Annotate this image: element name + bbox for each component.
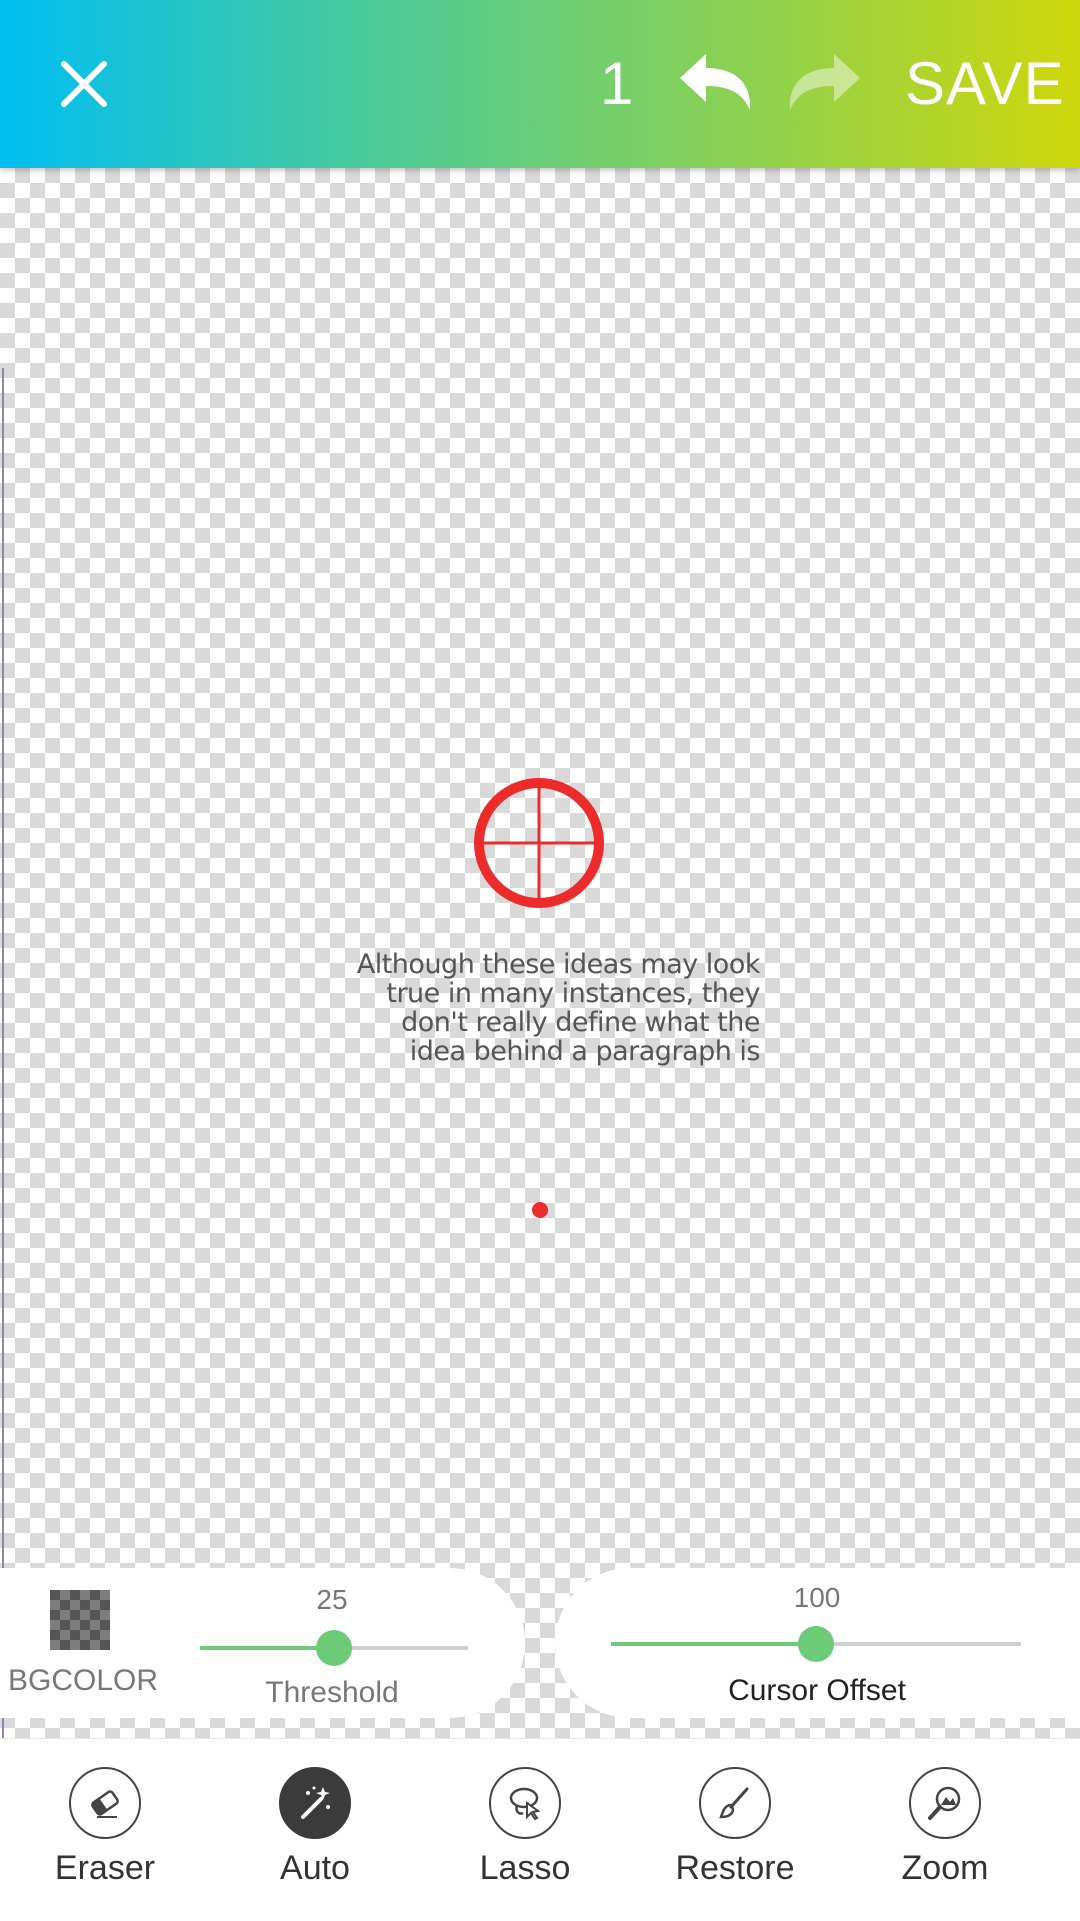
threshold-slider-thumb[interactable]: [316, 1630, 352, 1666]
tool-label: Eraser: [54, 1849, 156, 1887]
cursor-point: [532, 1202, 548, 1218]
redo-button[interactable]: [784, 52, 864, 116]
tool-label: Zoom: [901, 1849, 989, 1887]
tool-restore[interactable]: Restore: [650, 1767, 820, 1888]
threshold-slider[interactable]: [200, 1630, 468, 1666]
image-text-line: don't really define what the: [401, 1007, 760, 1038]
brush-icon: [699, 1767, 771, 1839]
threshold-panel: BGCOLOR 25 Threshold: [0, 1568, 525, 1718]
bgcolor-label[interactable]: BGCOLOR: [8, 1664, 158, 1698]
tool-bar: Eraser Auto Lasso Restore Zoom: [0, 1738, 1080, 1921]
image-left-edge: [2, 368, 4, 1738]
undo-icon: [680, 54, 751, 110]
undo-button[interactable]: [676, 52, 756, 116]
close-button[interactable]: [58, 58, 110, 110]
history-count: 1: [600, 50, 634, 117]
zoom-icon: [909, 1767, 981, 1839]
cursor-offset-label: Cursor Offset: [728, 1674, 906, 1707]
close-icon: [61, 61, 107, 107]
magic-wand-icon: [279, 1767, 351, 1839]
editing-canvas[interactable]: Although these ideas may look true in ma…: [0, 168, 1080, 1738]
image-text-line: Although these ideas may look: [356, 949, 761, 980]
cursor-offset-slider-thumb[interactable]: [798, 1626, 834, 1662]
tool-lasso[interactable]: Lasso: [440, 1767, 610, 1888]
tool-label: Lasso: [479, 1849, 571, 1887]
tool-label: Auto: [280, 1849, 350, 1887]
tool-zoom[interactable]: Zoom: [860, 1767, 1030, 1888]
threshold-slider-fill: [200, 1646, 334, 1650]
bgcolor-swatch[interactable]: [50, 1590, 110, 1650]
lasso-icon: [489, 1767, 561, 1839]
crosshair-target-icon[interactable]: [472, 776, 606, 910]
cursor-offset-slider[interactable]: [611, 1626, 1021, 1662]
threshold-label: Threshold: [265, 1676, 399, 1709]
cursor-offset-panel: 100 Cursor Offset: [555, 1568, 1080, 1718]
tool-label: Restore: [675, 1849, 795, 1887]
top-app-bar: 1 SAVE: [0, 0, 1080, 168]
image-text-line: idea behind a paragraph is: [409, 1036, 761, 1067]
image-text-block: Although these ideas may look true in ma…: [314, 949, 761, 1067]
tool-auto[interactable]: Auto: [230, 1767, 400, 1888]
cursor-offset-value: 100: [793, 1582, 841, 1613]
tool-eraser[interactable]: Eraser: [20, 1767, 190, 1888]
image-text-line: true in many instances, they: [386, 978, 760, 1009]
cursor-offset-slider-fill: [611, 1642, 816, 1646]
save-button[interactable]: SAVE: [905, 44, 1065, 124]
redo-icon: [789, 54, 860, 110]
eraser-icon: [69, 1767, 141, 1839]
threshold-value: 25: [316, 1584, 348, 1615]
